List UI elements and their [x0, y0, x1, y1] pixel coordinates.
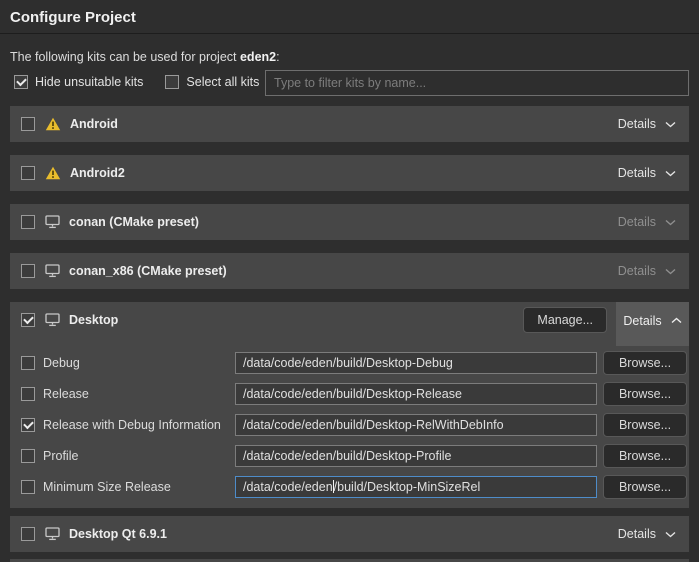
- chevron-down-icon: [665, 121, 676, 128]
- details-button-conan-x86[interactable]: Details: [605, 253, 689, 289]
- page-title: Configure Project: [10, 9, 136, 26]
- kit-checkbox-desktop-qt[interactable]: [21, 527, 35, 541]
- details-button-android2[interactable]: Details: [605, 155, 689, 191]
- browse-button-profile[interactable]: Browse...: [603, 444, 687, 468]
- details-label: Details: [623, 314, 661, 328]
- build-config-checkbox-profile[interactable]: [21, 449, 35, 463]
- hide-unsuitable-kits-checkbox[interactable]: [14, 75, 28, 89]
- build-dir-field-release[interactable]: /data/code/eden/build/Desktop-Release: [235, 383, 597, 405]
- browse-button-minsizerel[interactable]: Browse...: [603, 475, 687, 499]
- build-config-checkbox-relwithdebinfo[interactable]: [21, 418, 35, 432]
- chevron-up-icon: [671, 317, 682, 324]
- select-all-kits-checkbox[interactable]: [165, 75, 179, 89]
- build-config-label: Profile: [43, 449, 78, 463]
- select-all-kits-option: Select all kits: [165, 75, 259, 89]
- kit-name: conan_x86 (CMake preset): [69, 264, 227, 278]
- build-config-row-debug: Debug /data/code/eden/build/Desktop-Debu…: [10, 351, 689, 375]
- kit-row-conan: conan (CMake preset) Details: [10, 204, 689, 240]
- build-config-row-minsizerel: Minimum Size Release /data/code/eden/bui…: [10, 475, 689, 499]
- kit-name: Android: [70, 117, 118, 131]
- project-name: eden2: [240, 50, 276, 64]
- kit-name: Desktop: [69, 313, 118, 327]
- chevron-down-icon: [665, 268, 676, 275]
- build-dir-field-debug[interactable]: /data/code/eden/build/Desktop-Debug: [235, 352, 597, 374]
- path-text-before-caret: /data/code/eden: [243, 480, 333, 494]
- chevron-down-icon: [665, 170, 676, 177]
- browse-label: Browse...: [619, 356, 671, 370]
- desktop-icon: [45, 313, 60, 327]
- browse-button-debug[interactable]: Browse...: [603, 351, 687, 375]
- build-config-label: Debug: [43, 356, 80, 370]
- details-button-desktop-qt[interactable]: Details: [605, 516, 689, 552]
- kit-name: conan (CMake preset): [69, 215, 199, 229]
- kit-row-conan-x86: conan_x86 (CMake preset) Details: [10, 253, 689, 289]
- kit-row-android: Android Details: [10, 106, 689, 142]
- details-label: Details: [618, 117, 656, 131]
- kit-checkbox-android[interactable]: [21, 117, 35, 131]
- browse-label: Browse...: [619, 418, 671, 432]
- manage-label: Manage...: [537, 313, 593, 327]
- build-config-row-relwithdebinfo: Release with Debug Information /data/cod…: [10, 413, 689, 437]
- kit-checkbox-android2[interactable]: [21, 166, 35, 180]
- desktop-icon: [45, 264, 60, 278]
- details-button-android[interactable]: Details: [605, 106, 689, 142]
- browse-label: Browse...: [619, 480, 671, 494]
- build-dir-field-profile[interactable]: /data/code/eden/build/Desktop-Profile: [235, 445, 597, 467]
- build-config-label: Release: [43, 387, 89, 401]
- details-button-desktop[interactable]: Details: [616, 302, 689, 346]
- chevron-down-icon: [665, 531, 676, 538]
- desktop-icon: [45, 527, 60, 541]
- build-config-label: Minimum Size Release: [43, 480, 171, 494]
- configure-project-page: Configure Project The following kits can…: [0, 0, 699, 562]
- browse-label: Browse...: [619, 387, 671, 401]
- details-label: Details: [618, 166, 656, 180]
- details-button-conan[interactable]: Details: [605, 204, 689, 240]
- browse-button-relwithdebinfo[interactable]: Browse...: [603, 413, 687, 437]
- build-dir-field-minsizerel[interactable]: /data/code/eden/build/Desktop-MinSizeRel: [235, 476, 597, 498]
- chevron-down-icon: [665, 219, 676, 226]
- browse-label: Browse...: [619, 449, 671, 463]
- kit-row-desktop-qt: Desktop Qt 6.9.1 Details: [10, 516, 689, 552]
- kit-row-android2: Android2 Details: [10, 155, 689, 191]
- kit-block-desktop: Desktop Manage... Details Debug /data/co…: [10, 302, 689, 508]
- kit-checkbox-conan[interactable]: [21, 215, 35, 229]
- details-label: Details: [618, 264, 656, 278]
- select-all-kits-label: Select all kits: [186, 75, 259, 89]
- kits-description-suffix: :: [276, 50, 279, 64]
- kit-name: Android2: [70, 166, 125, 180]
- build-config-checkbox-debug[interactable]: [21, 356, 35, 370]
- desktop-icon: [45, 215, 60, 229]
- hide-unsuitable-kits-label: Hide unsuitable kits: [35, 75, 143, 89]
- warning-icon: [45, 166, 61, 180]
- kit-name: Desktop Qt 6.9.1: [69, 527, 167, 541]
- manage-kits-button[interactable]: Manage...: [523, 307, 607, 333]
- build-config-row-release: Release /data/code/eden/build/Desktop-Re…: [10, 382, 689, 406]
- kit-checkbox-conan-x86[interactable]: [21, 264, 35, 278]
- kits-description: The following kits can be used for proje…: [10, 50, 280, 64]
- kit-filter-input[interactable]: [265, 70, 689, 96]
- warning-icon: [45, 117, 61, 131]
- build-dir-field-relwithdebinfo[interactable]: /data/code/eden/build/Desktop-RelWithDeb…: [235, 414, 597, 436]
- build-config-checkbox-minsizerel[interactable]: [21, 480, 35, 494]
- kits-description-prefix: The following kits can be used for proje…: [10, 50, 240, 64]
- build-config-row-profile: Profile /data/code/eden/build/Desktop-Pr…: [10, 444, 689, 468]
- details-label: Details: [618, 215, 656, 229]
- browse-button-release[interactable]: Browse...: [603, 382, 687, 406]
- details-label: Details: [618, 527, 656, 541]
- path-text-after-caret: /build/Desktop-MinSizeRel: [334, 480, 481, 494]
- filter-bar: Hide unsuitable kits Select all kits: [14, 75, 259, 89]
- kit-row-desktop: Desktop Manage... Details: [10, 302, 689, 338]
- build-config-label: Release with Debug Information: [43, 418, 221, 432]
- title-separator: [0, 33, 699, 34]
- hide-unsuitable-kits-option: Hide unsuitable kits: [14, 75, 143, 89]
- kit-checkbox-desktop[interactable]: [21, 313, 35, 327]
- build-config-checkbox-release[interactable]: [21, 387, 35, 401]
